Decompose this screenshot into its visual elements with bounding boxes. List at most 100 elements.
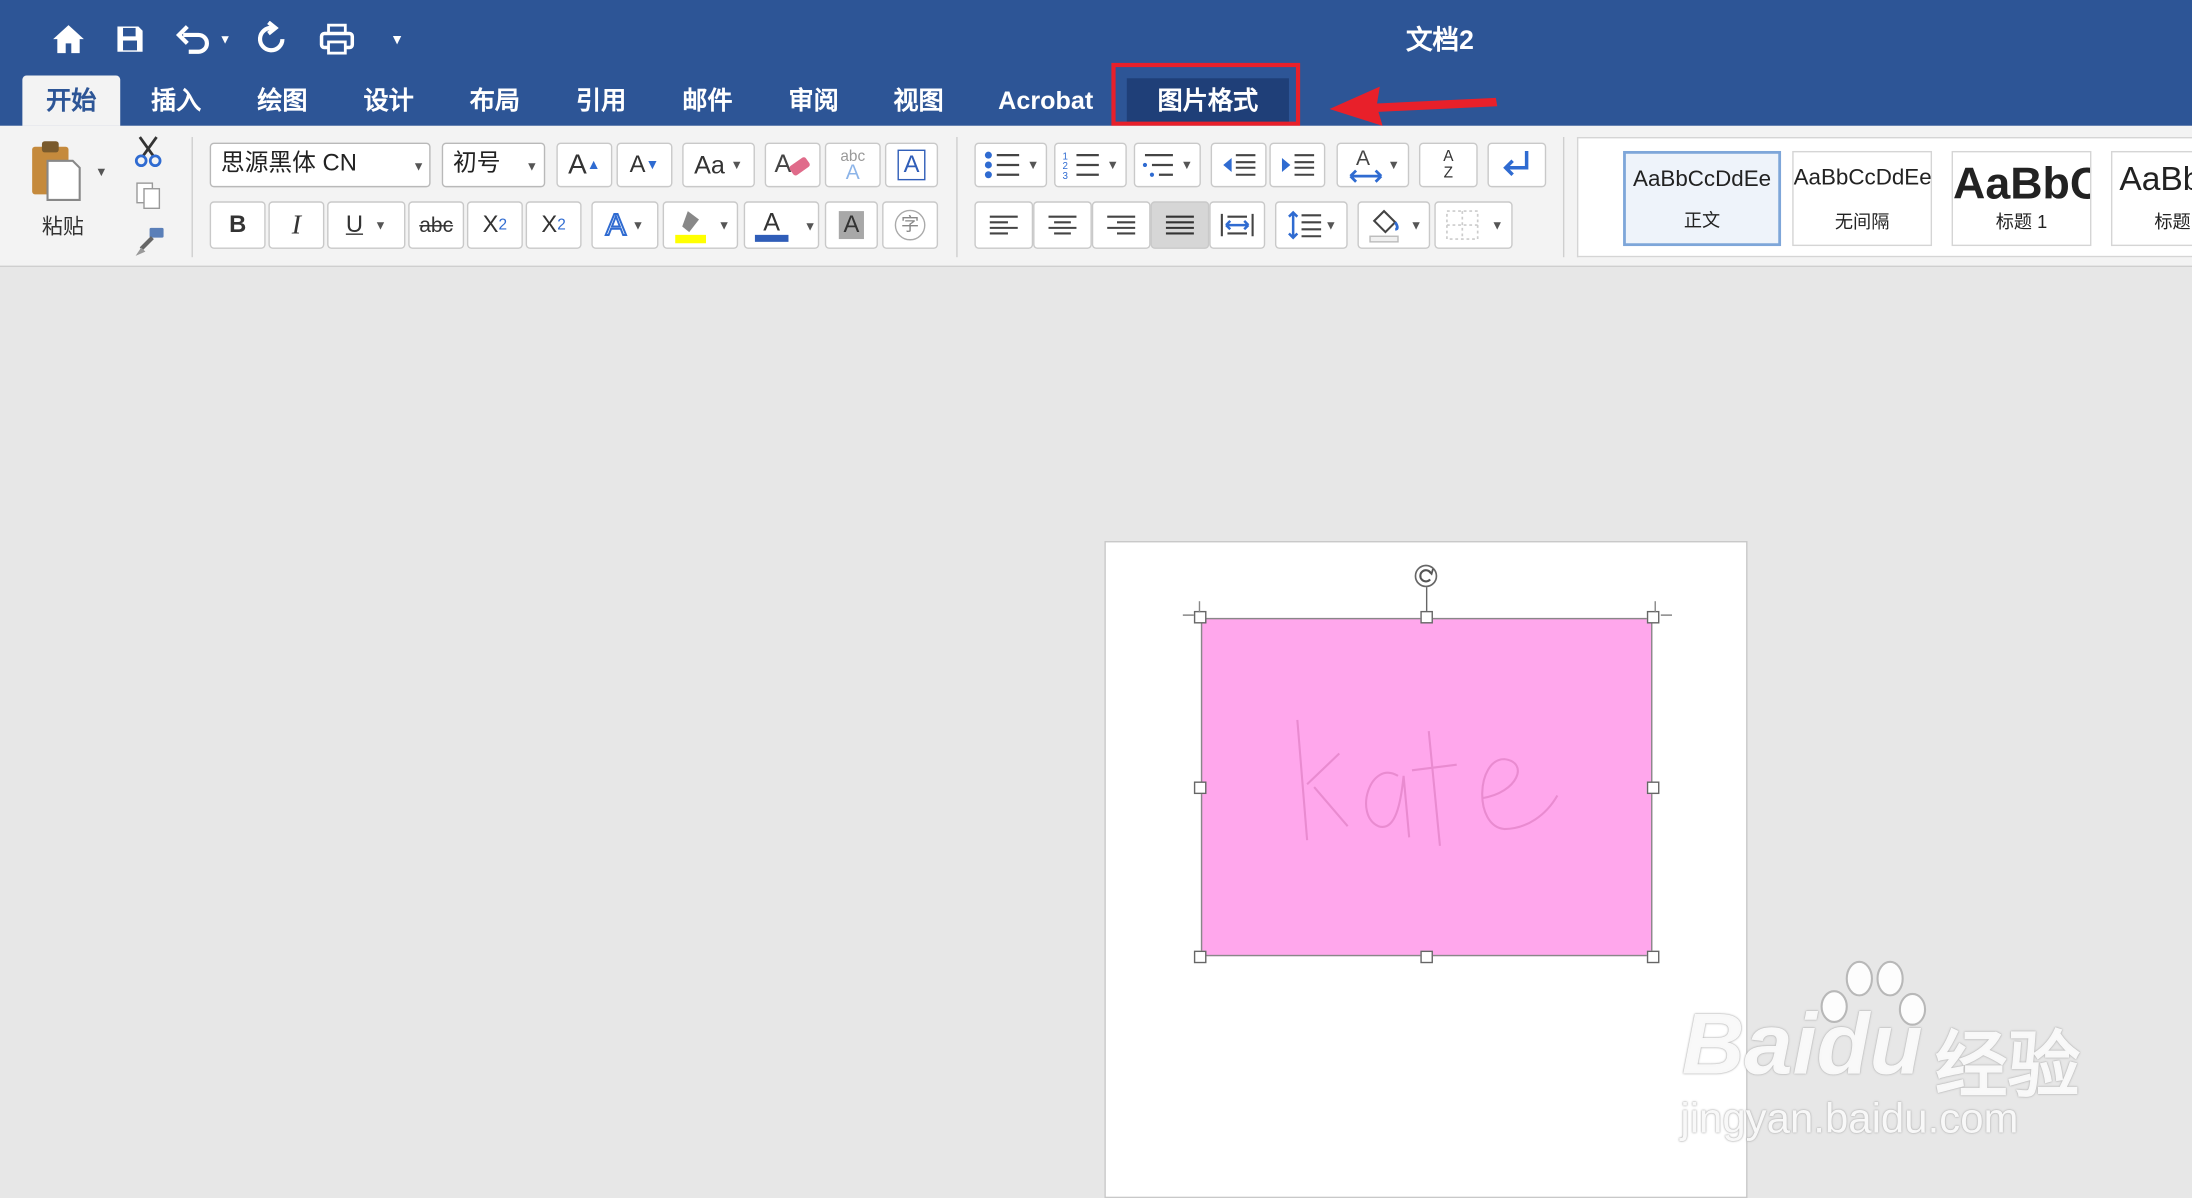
paw-logo-icon bbox=[1820, 960, 1927, 1026]
align-center-icon bbox=[1048, 215, 1077, 235]
increase-indent-icon bbox=[1281, 154, 1315, 176]
justify-button[interactable] bbox=[1150, 201, 1210, 249]
bold-button[interactable]: B bbox=[209, 201, 266, 249]
crop-marks bbox=[1182, 601, 1673, 616]
svg-text:A: A bbox=[774, 150, 791, 178]
shrink-font-button[interactable]: A ▼ bbox=[616, 142, 673, 188]
font-name-dropdown-icon[interactable]: ▼ bbox=[412, 159, 424, 173]
paint-bucket-icon bbox=[1368, 209, 1399, 243]
numbered-list-icon: 123 bbox=[1062, 151, 1099, 180]
tab-acrobat[interactable]: Acrobat bbox=[981, 75, 1110, 125]
font-name-value: 思源黑体 CN bbox=[220, 149, 357, 177]
highlight-dropdown-icon: ▼ bbox=[717, 218, 731, 233]
style-heading-1[interactable]: AaBbC 标题 1 bbox=[1951, 150, 2092, 247]
line-spacing-dropdown-icon: ▼ bbox=[1324, 218, 1338, 233]
borders-icon bbox=[1445, 210, 1478, 240]
clear-formatting-button[interactable]: A bbox=[764, 142, 821, 188]
resize-handle-left[interactable] bbox=[1193, 781, 1207, 795]
phonetic-guide-button[interactable]: 字 bbox=[882, 201, 939, 249]
picture[interactable]: kate bbox=[1200, 617, 1653, 957]
font-size-dropdown-icon[interactable]: ▼ bbox=[526, 159, 538, 173]
tab-draw[interactable]: 绘图 bbox=[235, 75, 330, 125]
tab-view[interactable]: 视图 bbox=[871, 75, 966, 125]
align-left-icon bbox=[989, 215, 1018, 235]
tab-review[interactable]: 审阅 bbox=[766, 75, 861, 125]
cut-icon[interactable] bbox=[131, 134, 165, 168]
decrease-indent-button[interactable] bbox=[1210, 142, 1267, 188]
increase-indent-button[interactable] bbox=[1269, 142, 1326, 188]
tab-insert[interactable]: 插入 bbox=[129, 75, 224, 125]
down-arrow-icon: ▼ bbox=[645, 157, 660, 173]
decrease-indent-icon bbox=[1223, 154, 1256, 176]
subscript-button[interactable]: X2 bbox=[466, 201, 523, 249]
svg-text:A: A bbox=[1355, 147, 1369, 170]
format-painter-icon[interactable] bbox=[131, 224, 167, 260]
text-effects-button[interactable]: A ▼ bbox=[591, 201, 659, 249]
style-normal[interactable]: AaBbCcDdEe 正文 bbox=[1623, 150, 1782, 247]
character-border-button[interactable]: A bbox=[884, 142, 939, 188]
font-size-value: 初号 bbox=[452, 149, 501, 177]
text-effects-abc-button[interactable]: abc A bbox=[824, 142, 881, 188]
text-direction-dropdown-icon: ▼ bbox=[1387, 157, 1401, 172]
word-window: ▼ ▾ 文档2 开始 插入 绘图 设计 布局 引用 邮件 审阅 视图 Acrob… bbox=[0, 0, 2192, 1198]
sort-button[interactable]: AZ bbox=[1418, 142, 1478, 188]
numbering-button[interactable]: 123 ▼ bbox=[1054, 142, 1127, 188]
grow-font-button[interactable]: A ▲ bbox=[556, 142, 613, 188]
copy-icon[interactable] bbox=[131, 179, 165, 213]
multilevel-list-button[interactable]: ▼ bbox=[1133, 142, 1201, 188]
eraser-icon: A bbox=[774, 150, 810, 178]
justify-icon bbox=[1165, 215, 1194, 235]
superscript-button[interactable]: X2 bbox=[525, 201, 582, 249]
change-case-button[interactable]: Aa ▼ bbox=[682, 142, 755, 188]
font-name-combobox[interactable]: 思源黑体 CN bbox=[209, 142, 431, 188]
multilevel-dropdown-icon: ▼ bbox=[1180, 157, 1194, 172]
distributed-icon bbox=[1220, 213, 1254, 237]
line-spacing-button[interactable]: ▼ bbox=[1274, 201, 1348, 249]
align-left-button[interactable] bbox=[974, 201, 1034, 249]
font-color-swatch bbox=[754, 234, 789, 242]
style-no-spacing[interactable]: AaBbCcDdEe 无间隔 bbox=[1792, 150, 1933, 247]
bullets-button[interactable]: ▼ bbox=[974, 142, 1048, 188]
distributed-button[interactable] bbox=[1209, 201, 1266, 249]
highlight-box bbox=[1111, 62, 1301, 126]
resize-handle-bottom-right[interactable] bbox=[1646, 950, 1660, 964]
tab-mailings[interactable]: 邮件 bbox=[660, 75, 755, 125]
show-formatting-marks-button[interactable] bbox=[1487, 142, 1547, 188]
document-title: 文档2 bbox=[1405, 26, 1474, 56]
svg-text:3: 3 bbox=[1062, 171, 1067, 180]
borders-button[interactable]: ▼ bbox=[1434, 201, 1513, 249]
tab-layout[interactable]: 布局 bbox=[447, 75, 542, 125]
separator bbox=[191, 137, 193, 258]
shading-dropdown-icon: ▼ bbox=[1409, 218, 1423, 233]
align-right-icon bbox=[1107, 215, 1136, 235]
shading-button[interactable]: ▼ bbox=[1357, 201, 1431, 249]
tab-home[interactable]: 开始 bbox=[22, 75, 121, 126]
resize-handle-bottom-left[interactable] bbox=[1193, 950, 1207, 964]
paragraph-return-icon bbox=[1503, 150, 1529, 176]
tab-design[interactable]: 设计 bbox=[341, 75, 436, 125]
line-spacing-icon bbox=[1287, 210, 1321, 240]
italic-button[interactable]: I bbox=[268, 201, 325, 249]
underline-dropdown-icon: ▼ bbox=[374, 218, 387, 233]
resize-handle-right[interactable] bbox=[1646, 781, 1660, 795]
underline-button[interactable]: U ▼ bbox=[327, 201, 406, 249]
text-direction-button[interactable]: A ▼ bbox=[1336, 142, 1410, 188]
tab-references[interactable]: 引用 bbox=[554, 75, 649, 125]
character-shading-button[interactable]: A bbox=[824, 201, 878, 249]
paste-label: 粘贴 bbox=[41, 214, 84, 239]
align-center-button[interactable] bbox=[1033, 201, 1092, 249]
strikethrough-button[interactable]: abc bbox=[408, 201, 465, 249]
paste-icon[interactable] bbox=[25, 137, 87, 204]
rotate-handle-icon[interactable] bbox=[1413, 563, 1438, 588]
separator bbox=[956, 137, 958, 258]
align-right-button[interactable] bbox=[1091, 201, 1151, 249]
resize-handle-bottom[interactable] bbox=[1420, 950, 1433, 964]
text-direction-icon: A bbox=[1348, 147, 1382, 183]
handwriting bbox=[1296, 719, 1559, 846]
paste-dropdown-icon[interactable]: ▼ bbox=[95, 165, 107, 179]
style-title[interactable]: AaBb 标题 bbox=[2110, 150, 2192, 247]
up-arrow-icon: ▲ bbox=[586, 157, 601, 173]
highlight-button[interactable]: ▼ bbox=[662, 201, 739, 249]
font-color-dropdown-icon[interactable]: ▼ bbox=[804, 219, 816, 233]
bullets-dropdown-icon: ▼ bbox=[1026, 157, 1040, 172]
